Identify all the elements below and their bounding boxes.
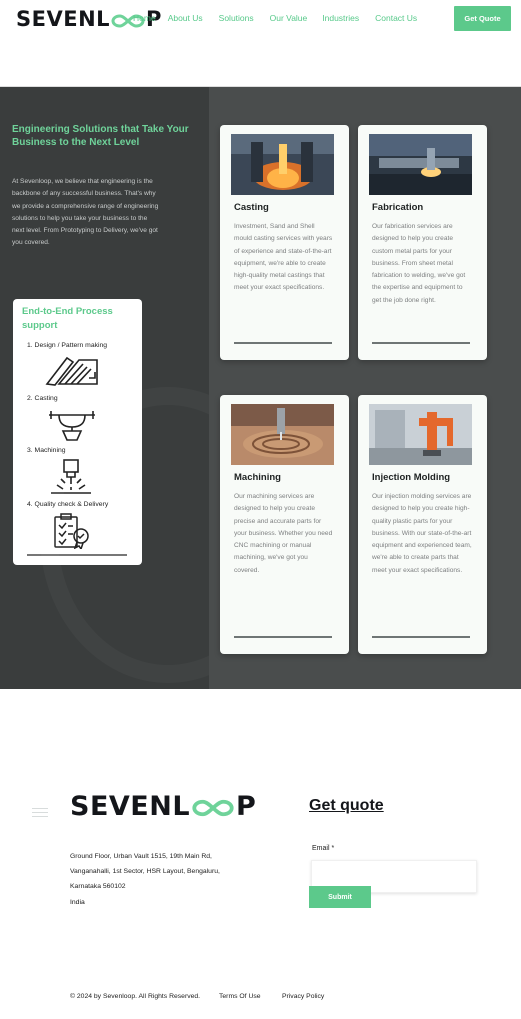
infinity-loop-icon: [192, 799, 234, 817]
decorative-lines-icon: [32, 808, 48, 820]
nav-industries[interactable]: Industries: [322, 13, 359, 23]
logo-text-start: SEVENL: [70, 791, 191, 822]
main-nav: Home About Us Solutions Our Value Indust…: [133, 13, 417, 23]
hero-body: At Sevenloop, we believe that engineerin…: [12, 178, 159, 247]
footer-logo[interactable]: SEVENL P: [70, 791, 256, 822]
service-divider: [234, 636, 332, 638]
service-description: Our machining services are designed to h…: [234, 493, 333, 574]
nav-solutions[interactable]: Solutions: [219, 13, 254, 23]
intro-panel: Engineering Solutions that Take Your Bus…: [0, 87, 209, 689]
logo-text-start: SEVENL: [16, 7, 111, 31]
service-title: Casting: [234, 202, 269, 213]
step-label: 1. Design / Pattern making: [27, 342, 108, 349]
service-description: Our fabrication services are designed to…: [372, 223, 466, 304]
service-card-fabrication[interactable]: Fabrication Our fabrication services are…: [358, 125, 487, 360]
get-quote-button[interactable]: Get Quote: [454, 6, 511, 31]
casting-image: [231, 134, 334, 195]
service-title: Fabrication: [372, 202, 424, 213]
casting-ladle-icon: [49, 411, 95, 441]
process-divider: [27, 554, 127, 556]
nav-our-value[interactable]: Our Value: [270, 13, 308, 23]
step-label: 2. Casting: [27, 395, 58, 402]
service-card-casting[interactable]: Casting Investment, Sand and Shell mould…: [220, 125, 349, 360]
quality-checklist-icon: [54, 513, 89, 549]
service-title: Machining: [234, 472, 281, 483]
get-quote-heading: Get quote: [309, 797, 384, 814]
process-title: End-to-End Process support: [22, 306, 113, 331]
service-divider: [372, 636, 470, 638]
services-panel: Casting Investment, Sand and Shell mould…: [209, 87, 521, 689]
design-pattern-icon: [45, 356, 98, 386]
address-country: India: [70, 898, 85, 906]
service-description: Investment, Sand and Shell mould casting…: [234, 223, 333, 292]
solutions-section: Engineering Solutions that Take Your Bus…: [0, 86, 521, 689]
hero-title: Engineering Solutions that Take Your Bus…: [12, 124, 189, 148]
privacy-link[interactable]: Privacy Policy: [282, 993, 324, 1000]
nav-home[interactable]: Home: [133, 13, 156, 23]
service-divider: [372, 342, 470, 344]
service-card-injection-molding[interactable]: Injection Molding Our injection molding …: [358, 395, 487, 654]
company-address: Ground Floor, Urban Vault 1515, 19th Mai…: [70, 849, 230, 910]
step-label: 4. Quality check & Delivery: [27, 501, 109, 508]
copyright-text: © 2024 by Sevenloop. All Rights Reserved…: [70, 993, 201, 1000]
nav-contact-us[interactable]: Contact Us: [375, 13, 417, 23]
nav-about-us[interactable]: About Us: [168, 13, 203, 23]
injection-molding-image: [369, 404, 472, 465]
email-label: Email *: [312, 845, 335, 852]
process-card: End-to-End Process support 1. Design / P…: [13, 299, 142, 565]
step-label: 3. Machining: [27, 447, 66, 454]
fabrication-image: [369, 134, 472, 195]
service-description: Our injection molding services are desig…: [372, 493, 472, 574]
service-card-machining[interactable]: Machining Our machining services are des…: [220, 395, 349, 654]
service-divider: [234, 342, 332, 344]
address-text: Ground Floor, Urban Vault 1515, 19th Mai…: [70, 853, 220, 891]
submit-button[interactable]: Submit: [309, 886, 371, 908]
service-title: Injection Molding: [372, 472, 451, 483]
logo-text-end: P: [236, 791, 257, 822]
terms-link[interactable]: Terms Of Use: [219, 993, 261, 1000]
page: SEVENL P Home About Us Solutions Our Val…: [0, 0, 521, 1019]
machining-image: [231, 404, 334, 465]
site-header: SEVENL P Home About Us Solutions Our Val…: [0, 0, 521, 40]
cnc-machining-icon: [51, 459, 91, 494]
